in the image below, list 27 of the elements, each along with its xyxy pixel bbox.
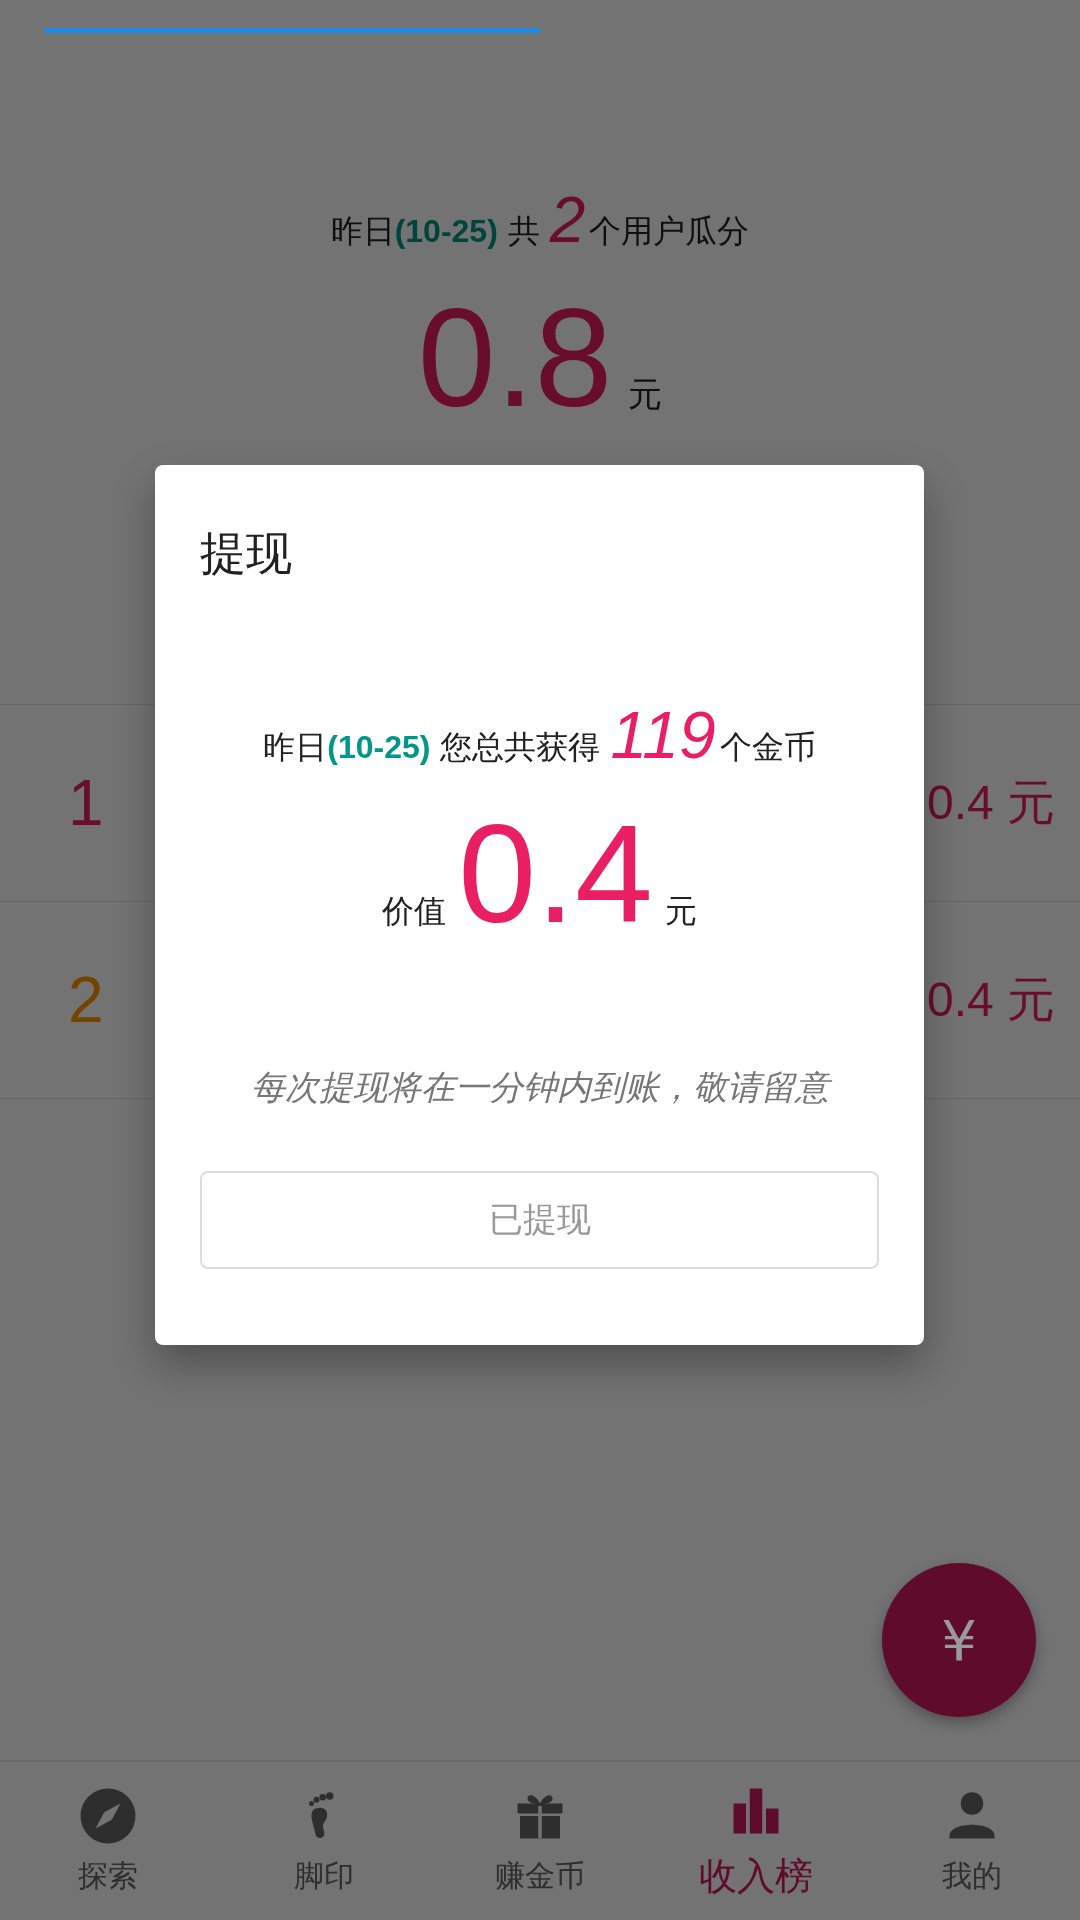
rank-number: 1 — [68, 766, 104, 840]
withdraw-fab[interactable]: ¥ — [882, 1563, 1036, 1717]
notice-text: 每次提现将在一分钟内到账，敬请留意 — [200, 1065, 879, 1111]
dialog-title: 提现 — [200, 525, 292, 582]
summary-text: 共 — [507, 211, 540, 252]
coins-date: (10-25) — [327, 729, 431, 766]
nav-tab[interactable]: 探索 — [0, 1762, 216, 1920]
nav-tab[interactable]: 赚金币 — [432, 1762, 648, 1920]
coins-text: 昨日 — [263, 727, 328, 768]
coin-count: 119 — [610, 697, 716, 773]
earning-amount: 0.4 元 — [926, 775, 1055, 831]
summary-text: 个用户瓜分 — [589, 211, 750, 252]
coins-text: 个金币 — [719, 727, 816, 768]
nav-tab[interactable]: 收入榜 — [648, 1762, 864, 1920]
coins-text: 您总共获得 — [440, 727, 601, 768]
summary-text: 昨日 — [330, 211, 395, 252]
total-amount: 0.8 — [417, 278, 613, 438]
value-amount: 0.4 — [458, 794, 653, 954]
summary-date: (10-25) — [394, 213, 498, 250]
value-unit: 元 — [664, 891, 697, 932]
rank-number: 2 — [68, 963, 104, 1037]
earning-amount: 0.4 元 — [926, 972, 1055, 1028]
nav-tab[interactable]: 脚印 — [216, 1762, 432, 1920]
value-label: 价值 — [382, 891, 447, 932]
amount-unit: 元 — [628, 373, 663, 416]
nav-tab[interactable]: 我的 — [864, 1762, 1080, 1920]
user-count: 2 — [549, 183, 586, 257]
